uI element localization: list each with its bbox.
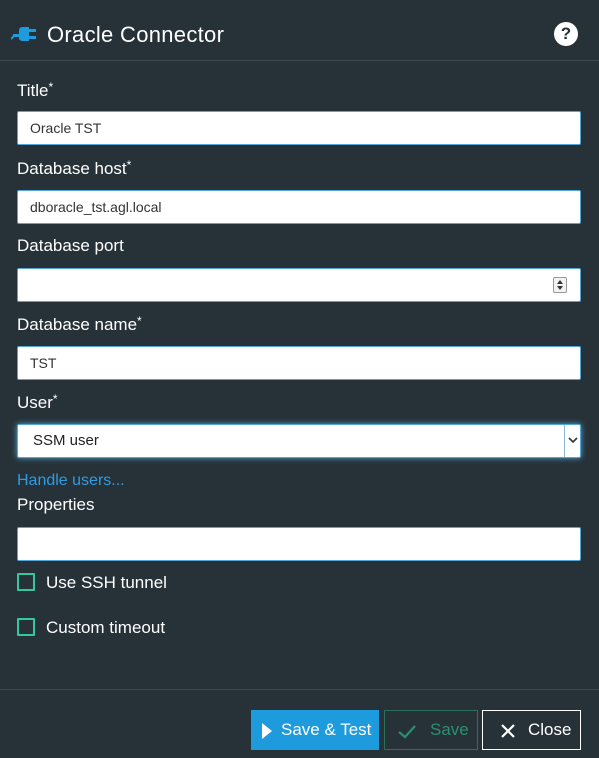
dialog-header: Oracle Connector ? <box>0 0 599 61</box>
plug-icon <box>11 27 36 41</box>
close-button[interactable]: Close <box>482 710 581 750</box>
use-ssh-tunnel-label[interactable]: Use SSH tunnel <box>46 573 167 593</box>
user-select-arrow[interactable] <box>564 425 580 457</box>
user-label: User* <box>17 392 58 413</box>
db-host-label: Database host* <box>17 158 131 179</box>
user-select[interactable]: SSM user <box>17 424 581 458</box>
db-port-input[interactable] <box>17 268 581 302</box>
db-host-label-text: Database host <box>17 159 127 178</box>
db-name-label-text: Database name <box>17 315 138 334</box>
play-icon <box>262 723 272 739</box>
db-host-input[interactable]: dboracle_tst.agl.local <box>17 190 581 224</box>
save-and-test-label: Save & Test <box>281 720 372 739</box>
title-label: Title* <box>17 80 53 101</box>
save-button[interactable]: Save <box>384 710 478 750</box>
db-name-input[interactable]: TST <box>17 346 581 380</box>
required-mark: * <box>52 392 58 406</box>
chevron-down-icon <box>568 437 578 444</box>
properties-label-text: Properties <box>17 495 95 514</box>
close-icon <box>501 724 515 738</box>
stepper-up-icon[interactable] <box>557 280 563 284</box>
dialog-title: Oracle Connector <box>47 22 225 47</box>
help-icon[interactable]: ? <box>554 22 578 46</box>
stepper-down-icon[interactable] <box>557 286 563 290</box>
close-label: Close <box>528 720 572 739</box>
title-input[interactable]: Oracle TST <box>17 111 581 145</box>
db-port-label: Database port <box>17 236 124 256</box>
port-stepper[interactable] <box>553 277 567 293</box>
db-name-label: Database name* <box>17 314 142 335</box>
required-mark: * <box>137 314 142 328</box>
properties-label: Properties <box>17 495 94 515</box>
save-and-test-button[interactable]: Save & Test <box>251 710 379 750</box>
user-label-text: User <box>17 393 53 412</box>
title-label-text: Title <box>17 81 49 100</box>
save-label: Save <box>430 720 469 739</box>
use-ssh-tunnel-checkbox[interactable] <box>17 573 35 591</box>
db-port-label-text: Database port <box>17 236 124 255</box>
required-mark: * <box>48 80 54 94</box>
custom-timeout-label[interactable]: Custom timeout <box>46 618 165 638</box>
required-mark: * <box>126 158 132 172</box>
checkmark-icon <box>398 725 416 739</box>
custom-timeout-checkbox[interactable] <box>17 618 35 636</box>
properties-input[interactable] <box>17 527 581 561</box>
user-select-value: SSM user <box>33 432 99 449</box>
footer-divider <box>0 689 599 690</box>
handle-users-link[interactable]: Handle users... <box>17 472 125 490</box>
